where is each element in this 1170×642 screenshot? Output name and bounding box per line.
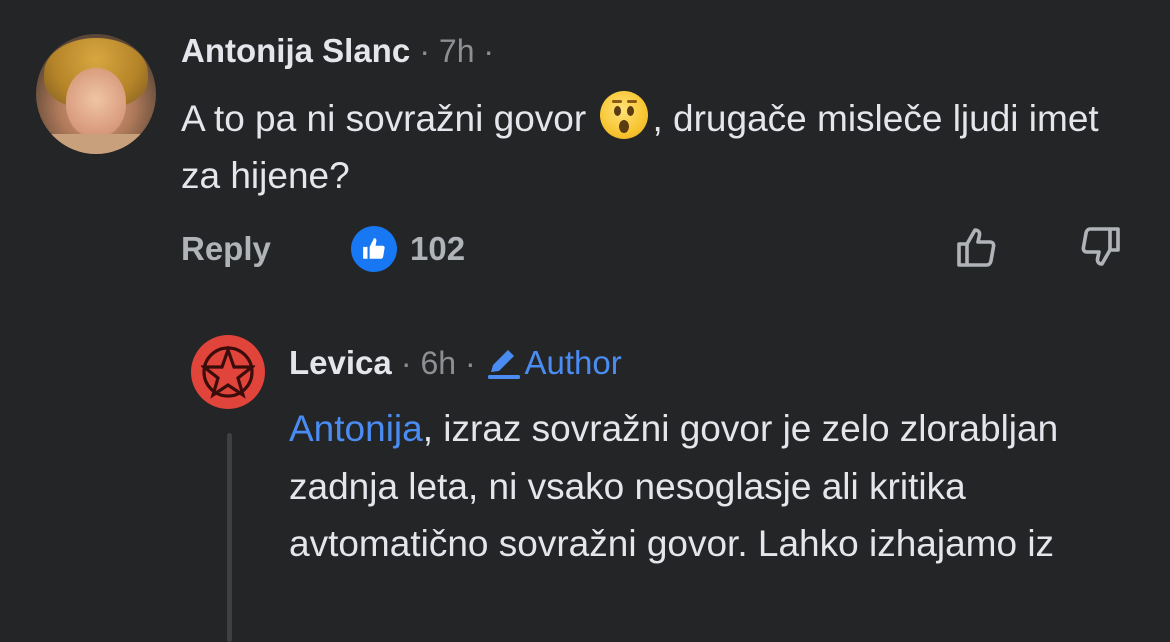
commenter-name[interactable]: Antonija Slanc <box>181 32 410 69</box>
like-reaction-icon[interactable] <box>351 226 397 272</box>
replier-name[interactable]: Levica <box>289 344 392 381</box>
reply-thread-line <box>227 433 232 642</box>
mention-link[interactable]: Antonija <box>289 408 423 449</box>
reply-time[interactable]: 6h <box>420 345 456 381</box>
reply-meta: · 6h · <box>400 345 485 381</box>
commenter-avatar[interactable] <box>36 34 156 154</box>
comment-time[interactable]: 7h <box>439 33 475 69</box>
hushed-face-emoji-icon <box>600 91 649 139</box>
reply-button[interactable]: Reply <box>181 230 271 268</box>
comment-meta: · 7h · <box>419 33 495 69</box>
like-count[interactable]: 102 <box>410 230 465 268</box>
comment-header: Antonija Slanc · 7h · <box>181 32 494 70</box>
reply-text: Antonija, izraz sovražni govor je zelo z… <box>289 408 1059 564</box>
comment-actions: Reply 102 <box>181 222 1131 272</box>
comment-text: A to pa ni sovražni govor , drugače misl… <box>181 90 1141 204</box>
pencil-icon <box>487 350 520 379</box>
upvote-thumb-icon[interactable] <box>953 222 1003 272</box>
reply-header: Levica · 6h · Author <box>289 344 622 382</box>
downvote-thumb-icon[interactable] <box>1074 222 1124 272</box>
page-avatar[interactable] <box>191 335 265 409</box>
author-badge: Author <box>485 344 622 381</box>
